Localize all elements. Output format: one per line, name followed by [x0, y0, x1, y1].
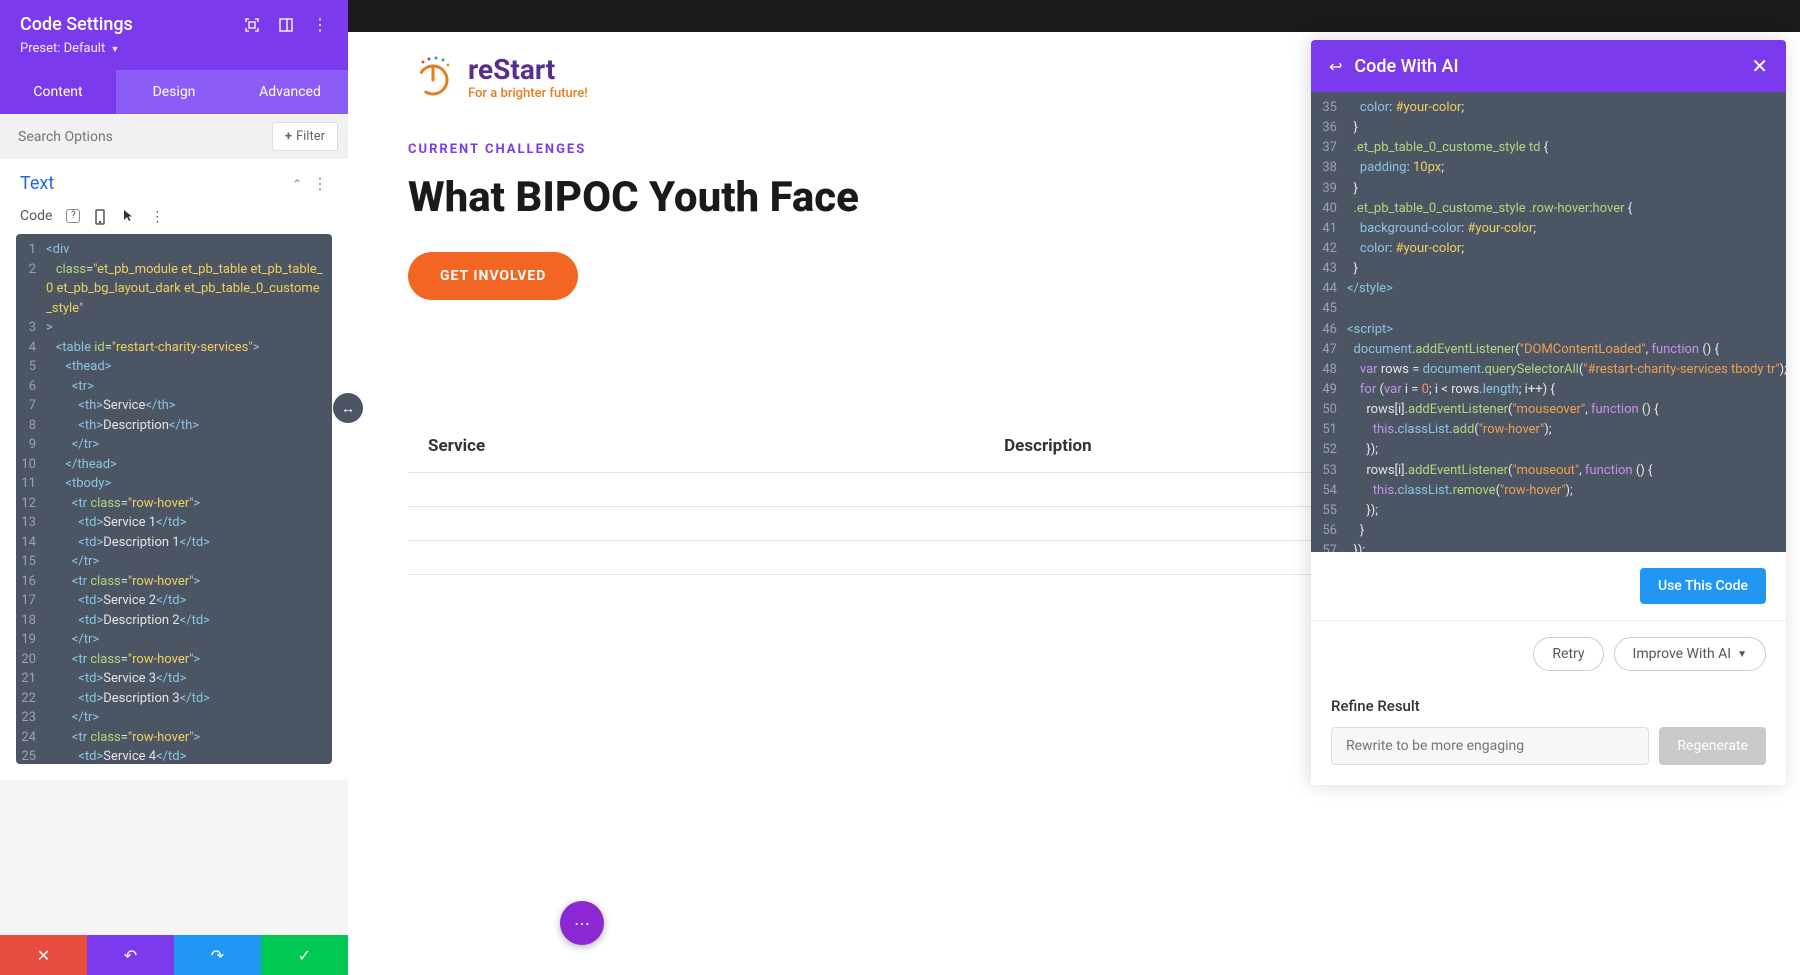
- ai-code-output[interactable]: 35 color: #your-color;36 }37 .et_pb_tabl…: [1311, 92, 1786, 552]
- refine-label: Refine Result: [1331, 697, 1766, 715]
- th-service: Service: [408, 420, 984, 473]
- refine-section: Refine Result Regenerate: [1311, 687, 1786, 785]
- use-this-code-button[interactable]: Use This Code: [1640, 568, 1766, 604]
- logo-text-sub: For a brighter future!: [468, 86, 588, 101]
- settings-tabs: Content Design Advanced: [0, 70, 348, 114]
- sidebar-title: Code Settings: [20, 14, 133, 35]
- code-label: Code: [20, 208, 52, 224]
- filter-button[interactable]: + Filter: [272, 122, 338, 151]
- tab-content[interactable]: Content: [0, 70, 116, 114]
- retry-button[interactable]: Retry: [1533, 637, 1603, 671]
- help-icon[interactable]: ?: [66, 209, 80, 223]
- refine-input[interactable]: [1331, 727, 1649, 765]
- code-editor[interactable]: 1<div2 class="et_pb_module et_pb_table e…: [16, 234, 332, 764]
- get-involved-button[interactable]: GET INVOLVED: [408, 252, 578, 300]
- panel-icon[interactable]: [278, 17, 294, 33]
- search-input[interactable]: [10, 123, 264, 151]
- search-row: + Filter: [0, 114, 348, 159]
- logo-text-main: reStart: [468, 53, 588, 86]
- ai-panel-title: Code With AI: [1354, 56, 1458, 77]
- ai-primary-actions: Use This Code: [1311, 552, 1786, 621]
- sidebar-header: Code Settings ⋮ Preset: Default ▼: [0, 0, 348, 70]
- improve-with-ai-button[interactable]: Improve With AI ▼: [1614, 637, 1766, 671]
- confirm-button[interactable]: ✓: [261, 935, 348, 975]
- site-logo[interactable]: reStart For a brighter future!: [408, 52, 588, 102]
- back-icon[interactable]: ↩: [1329, 57, 1342, 76]
- undo-button[interactable]: ↶: [87, 935, 174, 975]
- section-more-icon[interactable]: ⋮: [312, 174, 328, 193]
- bottom-action-bar: ✕ ↶ ↷ ✓: [0, 935, 348, 975]
- ai-panel-header: ↩ Code With AI ✕: [1311, 40, 1786, 92]
- code-label-row: Code ? ⋮: [0, 204, 348, 234]
- collapse-icon[interactable]: ⌃: [292, 177, 302, 191]
- code-more-icon[interactable]: ⋮: [150, 209, 164, 223]
- cursor-icon[interactable]: [122, 209, 136, 223]
- settings-sidebar: Code Settings ⋮ Preset: Default ▼ Conten…: [0, 0, 348, 780]
- regenerate-button[interactable]: Regenerate: [1659, 727, 1766, 765]
- more-icon[interactable]: ⋮: [312, 17, 328, 33]
- resize-handle[interactable]: ↔: [333, 393, 363, 423]
- text-section-header: Text ⌃ ⋮: [0, 159, 348, 204]
- ai-secondary-actions: Retry Improve With AI ▼: [1311, 621, 1786, 687]
- redo-button[interactable]: ↷: [174, 935, 261, 975]
- tab-advanced[interactable]: Advanced: [232, 70, 348, 114]
- mobile-icon[interactable]: [94, 209, 108, 223]
- cancel-button[interactable]: ✕: [0, 935, 87, 975]
- close-icon[interactable]: ✕: [1751, 54, 1768, 78]
- tab-design[interactable]: Design: [116, 70, 232, 114]
- page-headline: What BIPOC Youth Face: [408, 173, 1340, 222]
- ai-panel: ↩ Code With AI ✕ 35 color: #your-color;3…: [1311, 40, 1786, 785]
- preset-selector[interactable]: Preset: Default ▼: [20, 41, 328, 56]
- logo-icon: [408, 52, 458, 102]
- expand-icon[interactable]: [244, 17, 260, 33]
- fab-button[interactable]: ⋯: [560, 901, 604, 945]
- text-section-title: Text: [20, 173, 54, 194]
- eyebrow-text: CURRENT CHALLENGES: [408, 142, 1340, 157]
